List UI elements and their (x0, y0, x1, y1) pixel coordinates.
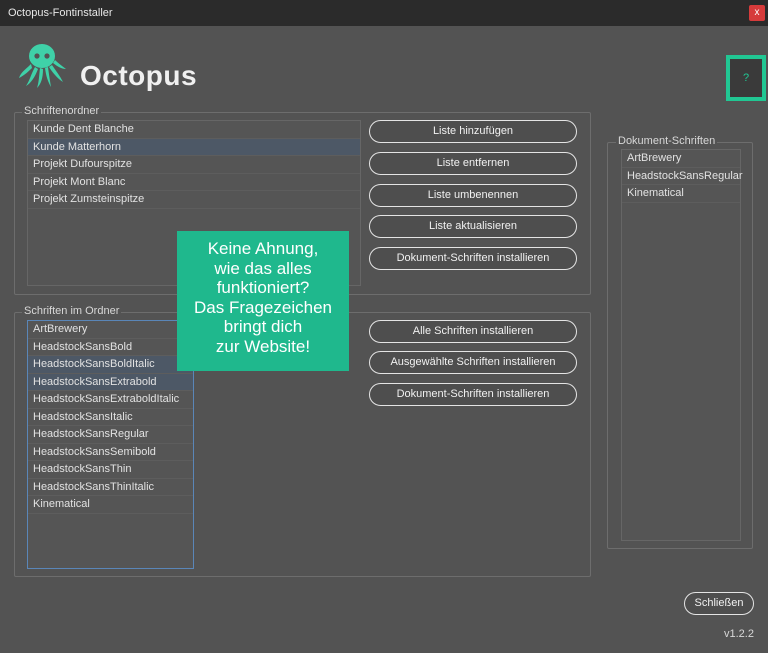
font-list[interactable]: ArtBrewery HeadstockSansBold HeadstockSa… (27, 320, 194, 569)
rename-list-button[interactable]: Liste umbenennen (369, 184, 577, 207)
title-bar: Octopus-Fontinstaller x (0, 0, 768, 26)
app-title: Octopus (80, 60, 198, 91)
help-tooltip: Keine Ahnung, wie das alles funktioniert… (177, 231, 349, 371)
install-all-fonts-button[interactable]: Alle Schriften installieren (369, 320, 577, 343)
font-list-item[interactable]: HeadstockSansRegular (28, 426, 193, 444)
folder-list-item[interactable]: Kunde Dent Blanche (28, 121, 360, 139)
font-list-item[interactable]: HeadstockSansThin (28, 461, 193, 479)
folder-list-item[interactable]: Projekt Dufourspitze (28, 156, 360, 174)
install-document-fonts-button-2[interactable]: Dokument-Schriften installieren (369, 383, 577, 406)
add-list-button[interactable]: Liste hinzufügen (369, 120, 577, 143)
help-button[interactable]: ? (726, 55, 766, 101)
close-window-button[interactable]: x (749, 5, 765, 21)
font-list-item-selected[interactable]: HeadstockSansExtrabold (28, 373, 193, 391)
font-list-item[interactable]: HeadstockSansItalic (28, 409, 193, 426)
folder-list-item[interactable]: Projekt Zumsteinspitze (28, 191, 360, 209)
folder-list-item[interactable]: Projekt Mont Blanc (28, 174, 360, 191)
octopus-logo-icon (19, 44, 66, 88)
window-title: Octopus-Fontinstaller (8, 7, 113, 19)
font-list-item[interactable]: HeadstockSansBold (28, 339, 193, 356)
document-font-item[interactable]: ArtBrewery (622, 150, 740, 168)
fonts-group-label: Schriften im Ordner (22, 305, 122, 317)
document-font-item[interactable]: HeadstockSansRegular (622, 168, 743, 185)
refresh-list-button[interactable]: Liste aktualisieren (369, 215, 577, 238)
remove-list-button[interactable]: Liste entfernen (369, 152, 577, 175)
font-list-item-selected[interactable]: HeadstockSansBoldItalic (28, 356, 193, 374)
folder-list-item-selected[interactable]: Kunde Matterhorn (28, 138, 360, 156)
tooltip-line: Keine Ahnung, (207, 239, 319, 258)
tooltip-line: funktioniert? (216, 278, 310, 297)
install-document-fonts-button[interactable]: Dokument-Schriften installieren (369, 247, 577, 270)
folders-group-label: Schriftenordner (22, 105, 102, 117)
document-font-item[interactable]: Kinematical (622, 185, 740, 203)
font-list-item[interactable]: ArtBrewery (28, 321, 193, 339)
document-font-list[interactable]: ArtBrewery HeadstockSansRegular Kinemati… (621, 149, 743, 541)
close-button[interactable]: Schließen (684, 592, 754, 615)
font-list-item[interactable]: Kinematical (28, 496, 193, 514)
tooltip-line: Das Fragezeichen (194, 297, 332, 317)
install-selected-fonts-button[interactable]: Ausgewählte Schriften installieren (369, 351, 577, 374)
font-list-item[interactable]: HeadstockSansExtraboldItalic (28, 391, 193, 409)
document-fonts-group-label: Dokument-Schriften (616, 135, 718, 147)
tooltip-line: wie das alles (214, 258, 312, 278)
tooltip-line: bringt dich (223, 317, 303, 336)
version-label: v1.2.2 (724, 628, 754, 640)
font-list-item[interactable]: HeadstockSansSemibold (28, 444, 193, 461)
tooltip-line: zur Website! (215, 336, 311, 356)
font-list-item[interactable]: HeadstockSansThinItalic (28, 479, 193, 496)
